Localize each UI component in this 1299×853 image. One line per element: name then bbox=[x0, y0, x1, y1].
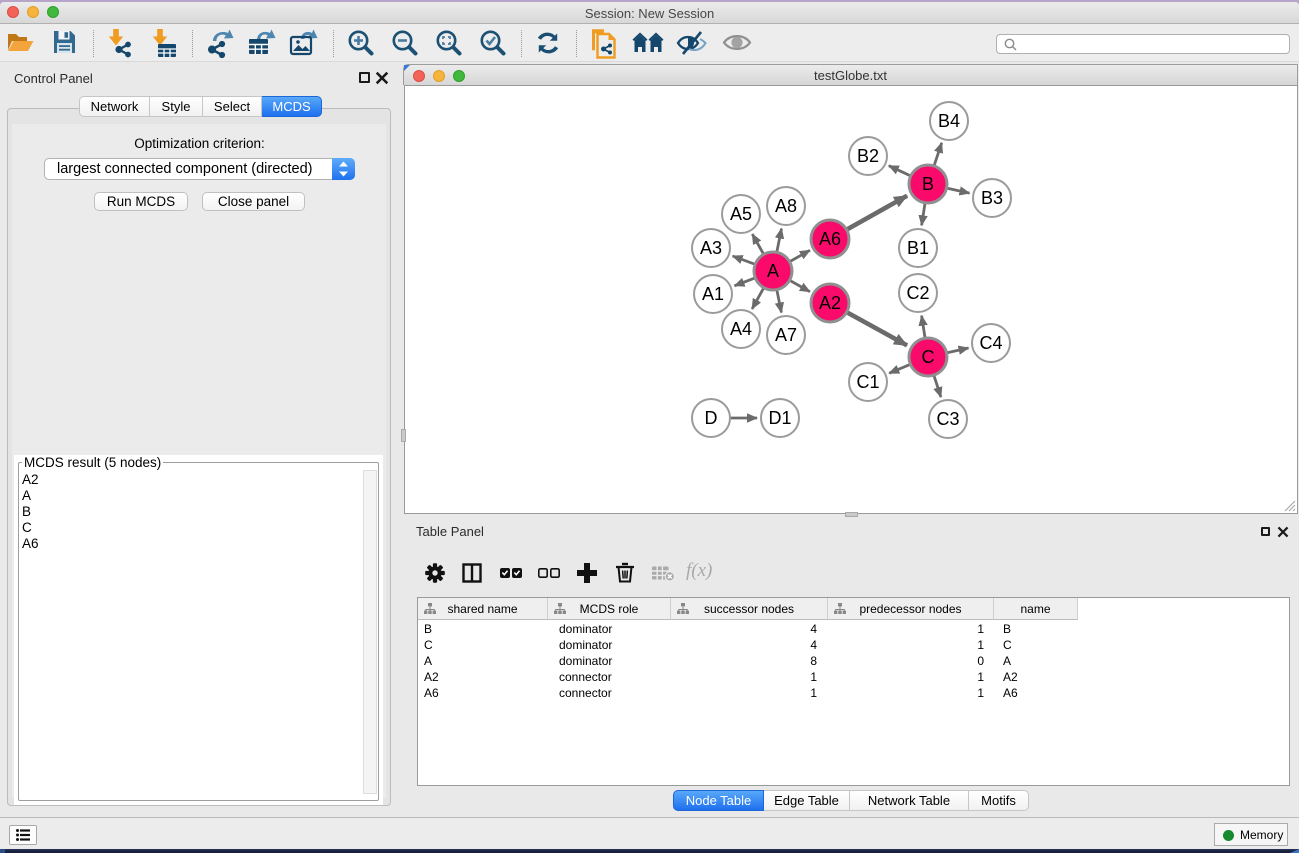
svg-text:B4: B4 bbox=[938, 111, 960, 131]
svg-text:B1: B1 bbox=[907, 238, 929, 258]
svg-text:A2: A2 bbox=[819, 293, 841, 313]
svg-text:A8: A8 bbox=[775, 196, 797, 216]
svg-text:B2: B2 bbox=[857, 146, 879, 166]
svg-text:A4: A4 bbox=[730, 319, 752, 339]
svg-text:B: B bbox=[922, 174, 934, 194]
svg-text:C1: C1 bbox=[856, 372, 879, 392]
svg-text:B3: B3 bbox=[981, 188, 1003, 208]
svg-text:C4: C4 bbox=[979, 333, 1002, 353]
svg-text:C: C bbox=[922, 347, 935, 367]
svg-text:A3: A3 bbox=[700, 238, 722, 258]
svg-text:A7: A7 bbox=[775, 325, 797, 345]
svg-text:D1: D1 bbox=[768, 408, 791, 428]
svg-text:C2: C2 bbox=[906, 283, 929, 303]
svg-text:A5: A5 bbox=[730, 204, 752, 224]
svg-text:A1: A1 bbox=[702, 284, 724, 304]
svg-text:A6: A6 bbox=[819, 229, 841, 249]
svg-text:C3: C3 bbox=[936, 409, 959, 429]
svg-text:A: A bbox=[767, 261, 779, 281]
svg-text:D: D bbox=[705, 408, 718, 428]
